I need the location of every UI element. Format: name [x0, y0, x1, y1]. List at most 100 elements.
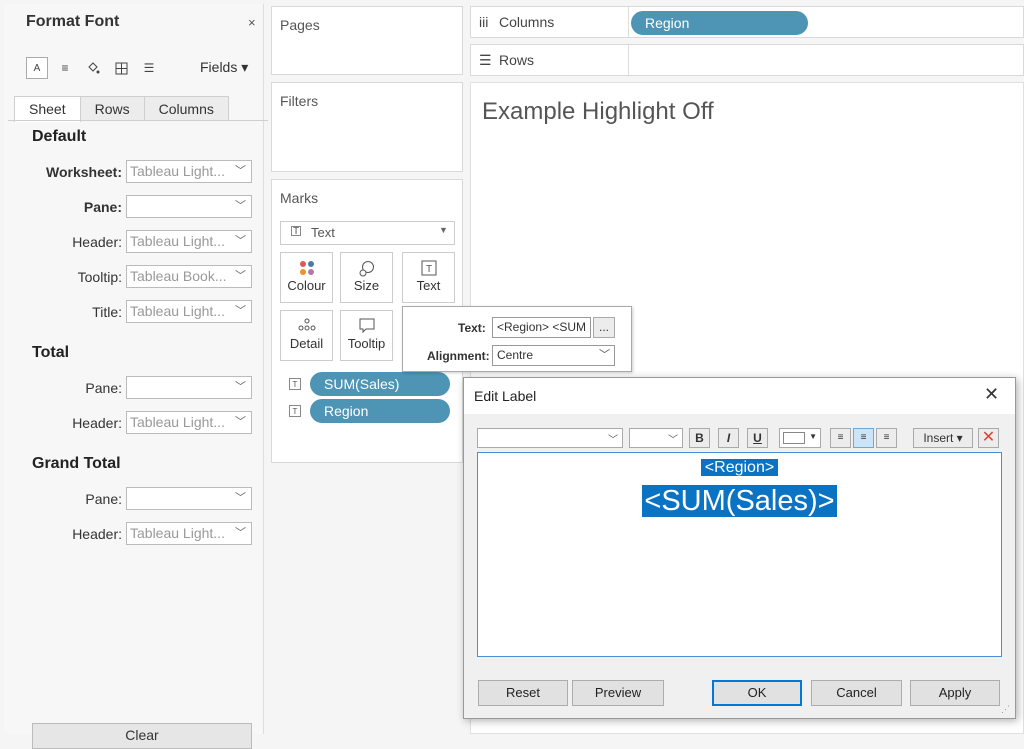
- format-toolbar: A ≡ ☰: [26, 56, 160, 80]
- section-total: Total: [32, 344, 70, 361]
- text-mark-icon: T: [291, 226, 301, 237]
- pages-title: Pages: [280, 17, 320, 33]
- text-icon: T: [403, 260, 454, 278]
- svg-text:T: T: [425, 264, 431, 275]
- font-size-select[interactable]: ﹀: [629, 428, 683, 448]
- more-button[interactable]: ...: [593, 317, 615, 338]
- rows-shelf[interactable]: ☰ Rows: [470, 44, 1024, 76]
- cancel-button[interactable]: Cancel: [811, 680, 902, 706]
- panel-title: Format Font: [26, 13, 120, 30]
- grand-total-pane-font-select[interactable]: ﹀: [126, 487, 252, 510]
- shading-icon[interactable]: [82, 57, 104, 79]
- reset-button[interactable]: Reset: [478, 680, 568, 706]
- dropdown-arrow-icon: ▼: [809, 432, 817, 441]
- chevron-down-icon: ﹀: [668, 435, 678, 446]
- text-label: Text: [416, 278, 441, 293]
- columns-label: Columns: [499, 14, 555, 30]
- shelf-divider: [628, 7, 629, 37]
- total-header-label: Header:: [72, 415, 122, 431]
- editor-line-1: <Region>: [478, 459, 1001, 477]
- pages-card[interactable]: Pages: [271, 6, 463, 75]
- editor-line-2: <SUM(Sales)>: [478, 485, 1001, 518]
- detail-button[interactable]: Detail: [280, 310, 333, 361]
- tab-sheet[interactable]: Sheet: [14, 96, 81, 122]
- font-format-icon[interactable]: A: [26, 57, 48, 79]
- clear-text-icon[interactable]: ✕: [978, 428, 999, 448]
- columns-pill-region[interactable]: Region: [631, 11, 808, 35]
- pill-sum-sales[interactable]: SUM(Sales): [310, 372, 450, 396]
- close-icon[interactable]: ×: [248, 15, 256, 30]
- total-pane-label: Pane:: [85, 380, 122, 396]
- text-button[interactable]: T Text: [402, 252, 455, 303]
- align-left-button[interactable]: ≡: [830, 428, 851, 448]
- marks-title: Marks: [280, 190, 319, 206]
- label-editor[interactable]: <Region> <SUM(Sales)>: [477, 452, 1002, 657]
- preview-button[interactable]: Preview: [572, 680, 664, 706]
- detail-icon: [281, 318, 332, 336]
- apply-button[interactable]: Apply: [910, 680, 1000, 706]
- title-label: Title:: [92, 304, 122, 320]
- chevron-down-icon: ﹀: [235, 381, 246, 393]
- colour-button[interactable]: Colour: [280, 252, 333, 303]
- borders-icon[interactable]: [110, 57, 132, 79]
- filters-card[interactable]: Filters: [271, 82, 463, 172]
- text-input[interactable]: <Region> <SUM: [492, 317, 591, 338]
- clear-button[interactable]: Clear: [32, 723, 252, 749]
- edit-label-dialog: Edit Label ✕ ﹀ ﹀ B I U ▼ ≡ ≡ ≡ Insert ▾ …: [463, 377, 1016, 719]
- format-tabs: Sheet Rows Columns: [14, 96, 229, 122]
- total-header-font-select[interactable]: Tableau Light... ﹀: [126, 411, 252, 434]
- grand-total-header-label: Header:: [72, 526, 122, 542]
- tooltip-button[interactable]: Tooltip: [340, 310, 393, 361]
- total-pane-font-select[interactable]: ﹀: [126, 376, 252, 399]
- tab-columns[interactable]: Columns: [143, 96, 229, 121]
- bold-button[interactable]: B: [689, 428, 710, 448]
- tooltip-label: Tooltip: [347, 336, 386, 351]
- chevron-down-icon: ﹀: [235, 305, 246, 317]
- colour-label: Colour: [287, 278, 326, 293]
- pane-font-select[interactable]: ﹀: [126, 195, 252, 218]
- columns-shelf[interactable]: iii Columns Region: [470, 6, 1024, 38]
- title-font-select[interactable]: Tableau Light... ﹀: [126, 300, 252, 323]
- align-center-button[interactable]: ≡: [853, 428, 874, 448]
- mark-type-select[interactable]: T Text ▼: [280, 221, 455, 245]
- view-title: Example Highlight Off: [482, 98, 714, 125]
- size-icon: [341, 260, 392, 278]
- chevron-down-icon: ﹀: [235, 527, 246, 539]
- tab-rows[interactable]: Rows: [79, 96, 145, 121]
- dropdown-arrow-icon: ▼: [439, 225, 448, 235]
- underline-button[interactable]: U: [747, 428, 768, 448]
- text-mark-icon: T: [289, 378, 301, 390]
- section-default: Default: [32, 128, 87, 145]
- tooltip-icon: [341, 318, 392, 336]
- insert-button[interactable]: Insert ▾: [913, 428, 973, 448]
- size-button[interactable]: Size: [340, 252, 393, 303]
- pill-region[interactable]: Region: [310, 399, 450, 423]
- align-right-button[interactable]: ≡: [876, 428, 897, 448]
- close-icon[interactable]: ✕: [984, 384, 999, 405]
- tooltip-label: Tooltip:: [77, 269, 122, 285]
- worksheet-label: Worksheet:: [46, 164, 122, 180]
- lines-icon[interactable]: ☰: [138, 57, 160, 79]
- font-color-select[interactable]: ▼: [779, 428, 821, 448]
- text-label: Text:: [458, 321, 486, 335]
- alignment-select[interactable]: Centre ﹀: [492, 345, 615, 366]
- text-mark-icon: T: [289, 405, 301, 417]
- ok-button[interactable]: OK: [712, 680, 802, 706]
- rows-label: Rows: [499, 52, 535, 68]
- chevron-down-icon: ﹀: [235, 235, 246, 247]
- grand-total-header-font-select[interactable]: Tableau Light... ﹀: [126, 522, 252, 545]
- header-label: Header:: [72, 234, 122, 250]
- mark-type-value: Text: [311, 225, 335, 240]
- alignment-icon[interactable]: ≡: [54, 57, 76, 79]
- resize-grip-icon[interactable]: ⋰: [1001, 704, 1010, 715]
- worksheet-font-select[interactable]: Tableau Light... ﹀: [126, 160, 252, 183]
- tooltip-font-select[interactable]: Tableau Book... ﹀: [126, 265, 252, 288]
- size-label: Size: [353, 278, 380, 293]
- header-font-select[interactable]: Tableau Light... ﹀: [126, 230, 252, 253]
- chevron-down-icon: ﹀: [599, 349, 610, 361]
- section-grand-total: Grand Total: [32, 455, 121, 472]
- colour-icon: [281, 260, 332, 278]
- italic-button[interactable]: I: [718, 428, 739, 448]
- font-family-select[interactable]: ﹀: [477, 428, 623, 448]
- fields-dropdown[interactable]: Fields ▾: [200, 59, 248, 76]
